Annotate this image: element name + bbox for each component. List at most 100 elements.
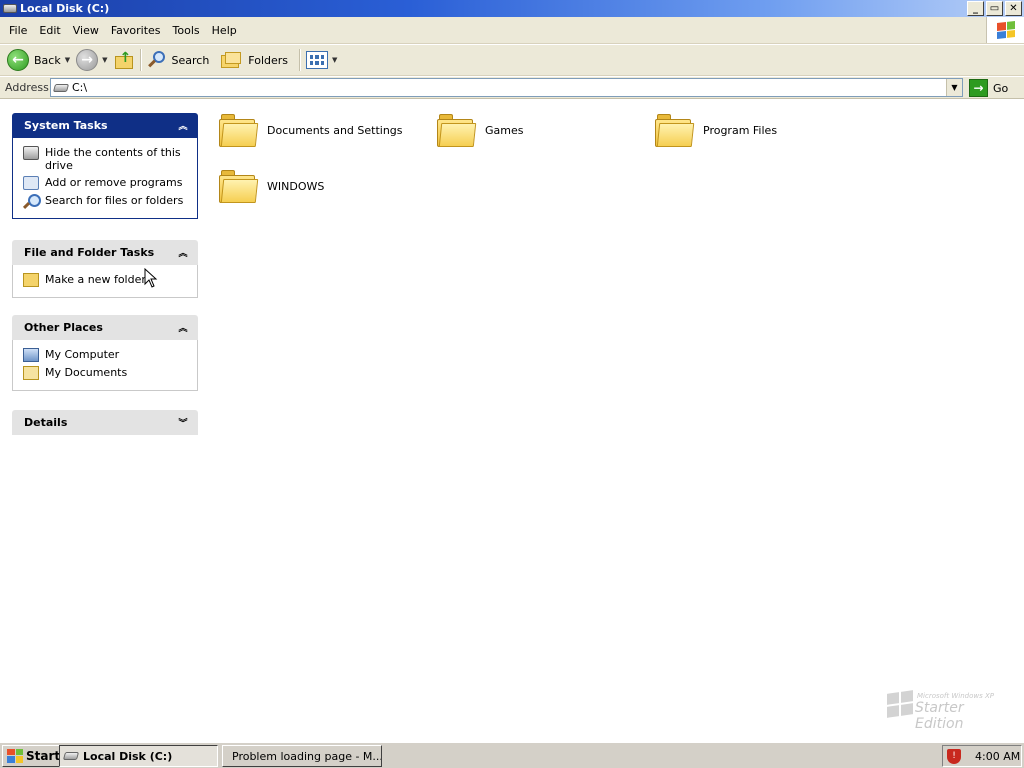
toolbar-separator — [299, 49, 301, 71]
windows-flag-icon — [996, 21, 1015, 39]
system-tasks-body: Hide the contents of this drive Add or r… — [12, 138, 198, 219]
folder-label: Games — [485, 123, 524, 137]
collapse-chevron-icon[interactable]: ︽ — [176, 119, 190, 133]
other-places-header[interactable]: Other Places ︽ — [12, 315, 198, 340]
task-add-remove-programs[interactable]: Add or remove programs — [23, 176, 189, 190]
forward-arrow-icon: → — [76, 49, 99, 71]
back-label: Back — [34, 53, 61, 67]
menu-view[interactable]: View — [67, 24, 105, 37]
folders-icon — [221, 51, 243, 69]
folder-program-files[interactable]: Program Files — [655, 112, 777, 148]
menu-tools[interactable]: Tools — [167, 24, 206, 37]
mouse-cursor-icon — [144, 268, 158, 288]
place-my-computer[interactable]: My Computer — [23, 348, 189, 362]
search-icon — [147, 50, 167, 70]
new-folder-icon — [23, 273, 39, 287]
go-button[interactable]: → Go — [969, 78, 1008, 98]
title-bar: Local Disk (C:) _ ▭ ✕ — [0, 0, 1024, 17]
other-places-panel: Other Places ︽ My Computer My Documents — [12, 315, 198, 391]
folder-up-icon: ↑ — [114, 50, 134, 70]
task-search-files[interactable]: Search for files or folders — [23, 194, 189, 208]
drive-icon — [3, 4, 17, 13]
task-hide-drive-contents[interactable]: Hide the contents of this drive — [23, 146, 189, 172]
menu-file[interactable]: File — [0, 24, 33, 37]
toolbar-separator — [139, 49, 141, 71]
close-button[interactable]: ✕ — [1005, 1, 1022, 16]
place-label: My Documents — [45, 366, 128, 379]
system-tasks-title: System Tasks — [24, 119, 108, 132]
system-tasks-panel: System Tasks ︽ Hide the contents of this… — [12, 113, 198, 219]
views-dropdown-icon[interactable]: ▼ — [332, 56, 337, 64]
folder-games[interactable]: Games — [437, 112, 523, 148]
search-button[interactable]: Search — [144, 47, 213, 74]
folder-icon — [437, 112, 477, 148]
folder-documents-and-settings[interactable]: Documents and Settings — [219, 112, 403, 148]
taskbar: Start Local Disk (C:) Problem loading pa… — [0, 742, 1024, 768]
address-dropdown-button[interactable]: ▼ — [946, 79, 962, 96]
place-my-documents[interactable]: My Documents — [23, 366, 189, 380]
menu-favorites[interactable]: Favorites — [105, 24, 167, 37]
address-label: Address — [5, 81, 49, 94]
collapse-chevron-icon[interactable]: ︽ — [176, 246, 190, 260]
task-make-new-folder[interactable]: Make a new folder — [23, 273, 189, 287]
forward-dropdown-icon[interactable]: ▼ — [102, 56, 107, 64]
file-folder-tasks-panel: File and Folder Tasks ︽ Make a new folde… — [12, 240, 198, 298]
minimize-button[interactable]: _ — [967, 1, 984, 16]
details-header[interactable]: Details ︾ — [12, 410, 198, 435]
hide-contents-icon — [23, 146, 39, 160]
file-folder-tasks-header[interactable]: File and Folder Tasks ︽ — [12, 240, 198, 265]
watermark-main-text: Starter Edition — [915, 700, 964, 732]
toolbar: ← Back ▼ → ▼ ↑ Search Folders ▼ — [0, 45, 1024, 76]
menu-help[interactable]: Help — [206, 24, 243, 37]
folder-label: WINDOWS — [267, 179, 325, 193]
go-label: Go — [993, 81, 1009, 95]
views-button[interactable]: ▼ — [303, 47, 340, 74]
windows-flag-icon — [887, 690, 913, 718]
folder-label: Program Files — [703, 123, 778, 137]
file-folder-tasks-body: Make a new folder — [12, 265, 198, 298]
taskbar-item-local-disk[interactable]: Local Disk (C:) — [59, 745, 218, 767]
address-bar: Address C:\ ▼ → Go — [0, 77, 1024, 99]
views-icon — [306, 51, 329, 69]
back-button[interactable]: ← Back ▼ — [4, 47, 73, 74]
taskbar-item-firefox[interactable]: Problem loading page - M... — [222, 745, 382, 767]
menu-edit[interactable]: Edit — [33, 24, 66, 37]
expand-chevron-icon[interactable]: ︾ — [176, 416, 190, 430]
task-label: Add or remove programs — [45, 176, 183, 189]
windows-flag-icon — [7, 748, 23, 763]
back-dropdown-icon[interactable]: ▼ — [65, 56, 70, 64]
folders-button[interactable]: Folders — [218, 47, 291, 74]
task-label: Hide the contents of this drive — [45, 146, 181, 172]
window-title: Local Disk (C:) — [20, 2, 110, 15]
other-places-body: My Computer My Documents — [12, 340, 198, 391]
clock[interactable]: 4:00 AM — [975, 750, 1020, 763]
my-computer-icon — [23, 348, 39, 362]
folder-icon — [219, 112, 259, 148]
system-tray: ! 4:00 AM — [942, 745, 1022, 767]
taskbar-item-label: Problem loading page - M... — [232, 749, 382, 763]
folder-windows[interactable]: WINDOWS — [219, 168, 324, 204]
other-places-title: Other Places — [24, 321, 103, 334]
folder-label: Documents and Settings — [267, 123, 403, 137]
start-button[interactable]: Start — [2, 744, 66, 767]
file-folder-tasks-title: File and Folder Tasks — [24, 246, 155, 259]
place-label: My Computer — [45, 348, 120, 361]
restore-button[interactable]: ▭ — [986, 1, 1003, 16]
windows-logo — [986, 17, 1024, 43]
address-value: C:\ — [72, 81, 88, 94]
collapse-chevron-icon[interactable]: ︽ — [176, 321, 190, 335]
search-icon — [23, 194, 41, 208]
up-button[interactable]: ↑ — [111, 47, 137, 74]
back-arrow-icon: ← — [7, 49, 29, 71]
security-shield-icon[interactable]: ! — [947, 748, 961, 764]
folder-icon — [219, 168, 259, 204]
forward-button[interactable]: → ▼ — [73, 47, 110, 74]
starter-edition-watermark: Microsoft Windows XP Starter Edition — [887, 690, 1012, 732]
system-tasks-header[interactable]: System Tasks ︽ — [12, 113, 198, 138]
taskbar-item-label: Local Disk (C:) — [83, 749, 173, 763]
details-panel: Details ︾ — [12, 410, 198, 435]
add-remove-programs-icon — [23, 176, 39, 190]
task-label: Search for files or folders — [45, 194, 184, 207]
address-field[interactable]: C:\ ▼ — [50, 78, 963, 97]
details-title: Details — [24, 416, 68, 429]
